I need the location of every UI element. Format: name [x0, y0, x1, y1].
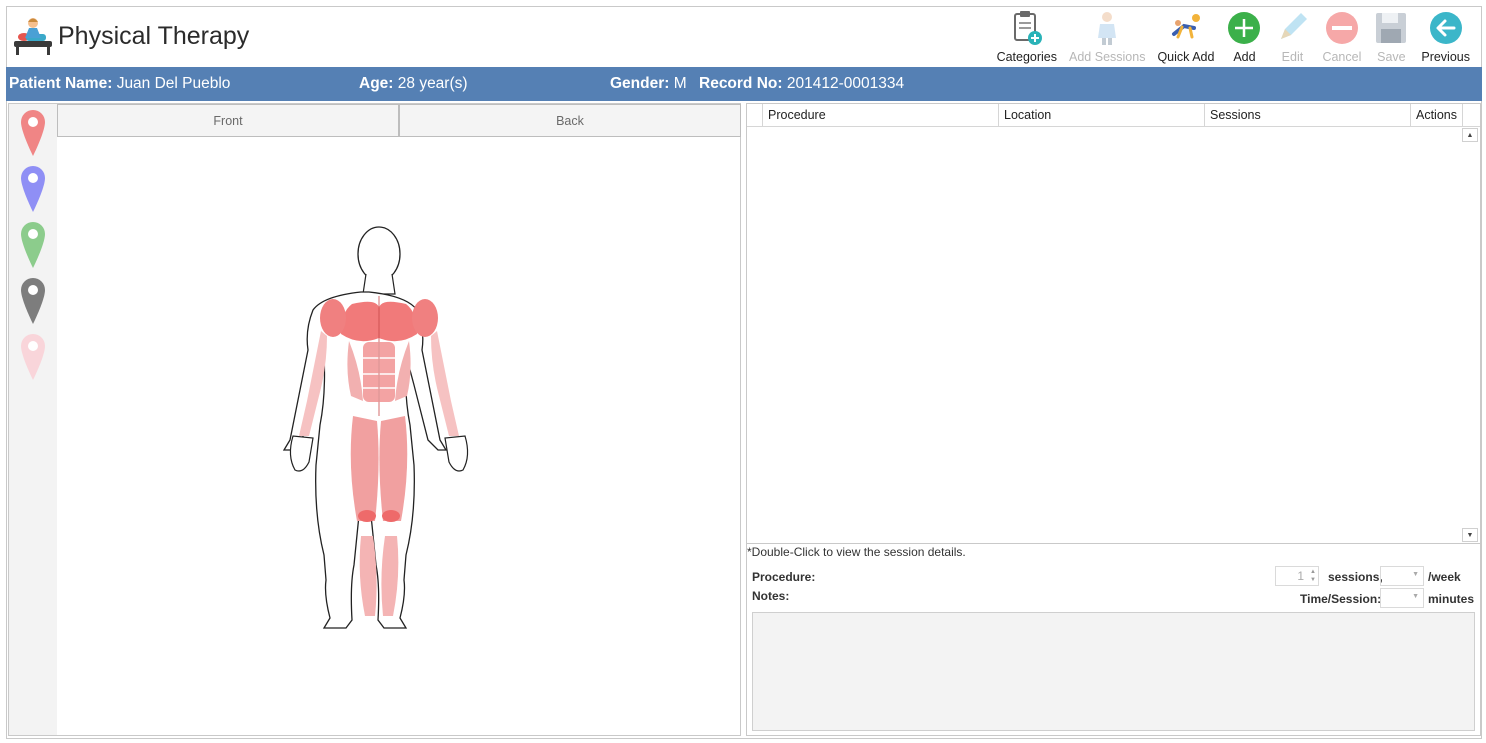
chevron-down-icon: ▼ — [1412, 571, 1419, 578]
pink-pin-icon[interactable] — [19, 332, 47, 382]
procedures-panel: Procedure Location Sessions Actions ▲ ▼ … — [746, 103, 1481, 736]
clipboard-add-icon — [1013, 11, 1042, 45]
patient-age: Age: 28 year(s) — [359, 75, 468, 93]
quick-add-label: Quick Add — [1157, 50, 1215, 64]
previous-label: Previous — [1421, 50, 1470, 64]
body-view-tabs: Front Back — [57, 104, 741, 139]
cancel-label: Cancel — [1322, 50, 1362, 64]
double-click-hint: *Double-Click to view the session detail… — [747, 545, 966, 559]
grid-header: Procedure Location Sessions Actions — [747, 104, 1480, 127]
add-sessions-button[interactable]: Add Sessions — [1063, 8, 1151, 64]
body-figure[interactable] — [249, 226, 509, 651]
sessions-label: sessions, — [1328, 570, 1383, 584]
patient-gender-label: Gender: — [610, 75, 670, 92]
edit-button[interactable]: Edit — [1268, 8, 1316, 64]
minutes-label: minutes — [1428, 592, 1475, 606]
patient-gender-value: M — [673, 75, 687, 92]
sessions-value: 1 — [1297, 569, 1304, 583]
add-button[interactable]: Add — [1220, 8, 1268, 64]
scroll-up-button[interactable]: ▲ — [1462, 128, 1478, 142]
procedure-label: Procedure: — [752, 570, 816, 584]
edit-label: Edit — [1281, 50, 1304, 64]
time-session-label: Time/Session: — [1300, 592, 1382, 606]
save-button[interactable]: Save — [1367, 8, 1415, 64]
per-week-select[interactable]: ▼ — [1380, 566, 1424, 586]
floppy-disk-icon — [1376, 13, 1407, 43]
save-label: Save — [1377, 50, 1406, 64]
per-week-label: /week — [1428, 570, 1461, 584]
add-sessions-label: Add Sessions — [1069, 50, 1146, 64]
patient-gender: Gender: M — [610, 75, 687, 93]
gray-pin-icon[interactable] — [19, 276, 47, 326]
arrow-left-circle-icon — [1429, 12, 1462, 44]
sessions-stepper[interactable]: 1 ▲ ▼ — [1275, 566, 1319, 586]
patient-record: Record No: 201412-0001334 — [699, 75, 904, 93]
cancel-button[interactable]: Cancel — [1316, 8, 1367, 64]
categories-button[interactable]: Categories — [991, 8, 1063, 64]
procedures-grid: Procedure Location Sessions Actions ▲ ▼ — [747, 104, 1480, 544]
tab-front[interactable]: Front — [57, 104, 399, 137]
blue-pin-icon[interactable] — [19, 164, 47, 214]
patient-name-value: Juan Del Pueblo — [116, 75, 231, 92]
pencil-icon — [1281, 13, 1308, 39]
quick-add-button[interactable]: Quick Add — [1151, 8, 1220, 64]
time-session-select[interactable]: ▼ — [1380, 588, 1424, 608]
patient-name: Patient Name: Juan Del Pueblo — [9, 75, 230, 93]
add-label: Add — [1233, 50, 1256, 64]
column-procedure[interactable]: Procedure — [763, 104, 999, 126]
previous-button[interactable]: Previous — [1415, 8, 1476, 64]
column-sessions[interactable]: Sessions — [1205, 104, 1411, 126]
scroll-down-button[interactable]: ▼ — [1462, 528, 1478, 542]
column-location[interactable]: Location — [999, 104, 1205, 126]
green-pin-icon[interactable] — [19, 220, 47, 270]
notes-textarea[interactable] — [752, 612, 1475, 731]
plus-circle-icon — [1228, 12, 1261, 44]
patient-name-label: Patient Name: — [9, 75, 113, 92]
patient-record-value: 201412-0001334 — [786, 75, 905, 92]
therapist-icon — [1098, 12, 1117, 45]
patient-info-bar: Patient Name: Juan Del Pueblo Age: 28 ye… — [6, 67, 1482, 101]
toolbar: Categories Add Sessions Quick Add Add Ed… — [991, 8, 1476, 64]
red-pin-icon[interactable] — [19, 108, 47, 158]
exercise-icon — [1171, 14, 1200, 39]
tab-back[interactable]: Back — [399, 104, 741, 137]
notes-label: Notes: — [752, 589, 790, 603]
physical-therapy-icon — [14, 18, 52, 55]
patient-age-label: Age: — [359, 75, 394, 92]
minus-circle-icon — [1325, 12, 1358, 44]
page-title: Physical Therapy — [58, 22, 250, 50]
categories-label: Categories — [996, 50, 1058, 64]
chevron-down-icon: ▼ — [1412, 593, 1419, 600]
grid-row-selector-header — [747, 104, 763, 126]
pin-palette — [9, 104, 57, 735]
column-actions[interactable]: Actions — [1411, 104, 1463, 126]
patient-record-label: Record No: — [699, 75, 783, 92]
patient-age-value: 28 year(s) — [397, 75, 468, 92]
stepper-arrows-icon[interactable]: ▲ ▼ — [1310, 568, 1316, 584]
body-map-panel: Front Back — [8, 103, 741, 736]
